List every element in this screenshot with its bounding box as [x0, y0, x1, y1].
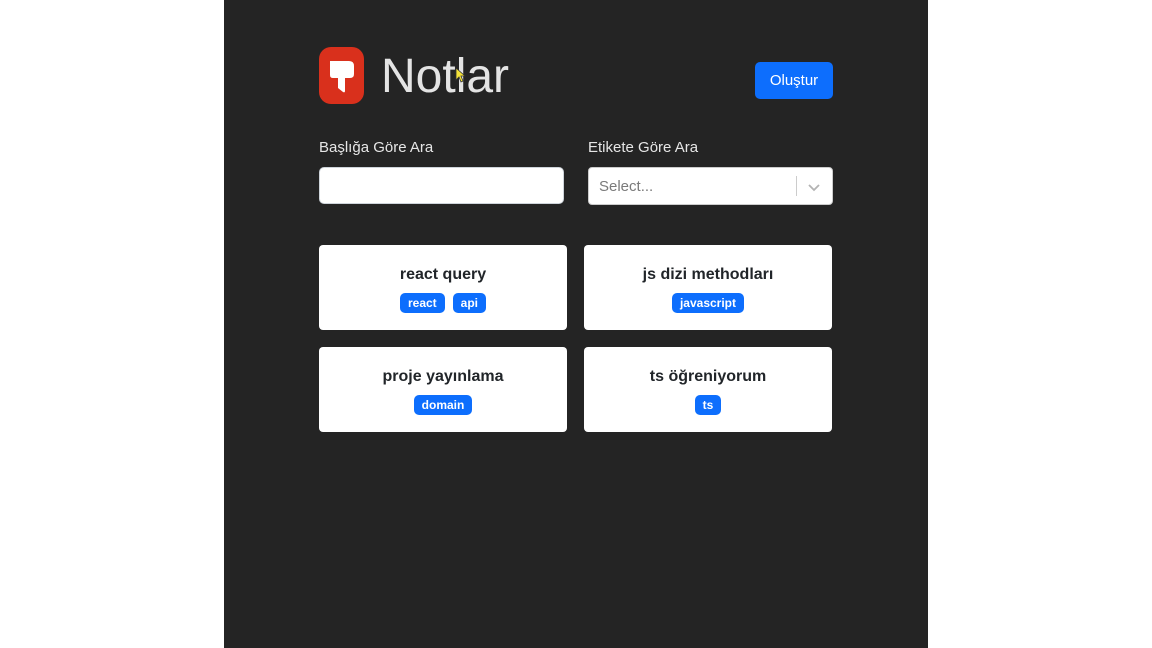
note-card[interactable]: ts öğreniyorum ts: [584, 347, 832, 432]
create-button[interactable]: Oluştur: [755, 62, 833, 99]
note-tags: react api: [319, 293, 567, 313]
select-separator: [796, 176, 797, 196]
tag-select-placeholder: Select...: [599, 178, 654, 195]
tag-badge: domain: [413, 395, 473, 415]
chevron-down-icon[interactable]: [805, 178, 823, 196]
app-container: Notlar Oluştur Başlığa Göre Ara Etikete …: [224, 0, 928, 648]
note-title: react query: [399, 266, 487, 283]
title-search-input[interactable]: [319, 167, 564, 204]
tag-select[interactable]: Select...: [588, 167, 833, 205]
tag-badge: javascript: [671, 293, 745, 313]
note-tags: domain: [319, 395, 567, 415]
title-search-label: Başlığa Göre Ara: [319, 139, 434, 156]
note-tags: javascript: [584, 293, 832, 313]
note-title: ts öğreniyorum: [649, 368, 767, 385]
page-title: Notlar: [381, 50, 510, 103]
note-tags: ts: [584, 395, 832, 415]
note-logo-icon: [319, 47, 364, 104]
mouse-cursor-icon: [455, 67, 467, 83]
tag-badge: api: [452, 293, 487, 313]
note-title: proje yayınlama: [382, 368, 504, 385]
tag-badge: react: [399, 293, 445, 313]
note-card[interactable]: react query react api: [319, 245, 567, 330]
note-card[interactable]: js dizi methodları javascript: [584, 245, 832, 330]
tag-search-label: Etikete Göre Ara: [588, 139, 699, 156]
note-card[interactable]: proje yayınlama domain: [319, 347, 567, 432]
tag-badge: ts: [694, 395, 722, 415]
note-title: js dizi methodları: [642, 266, 774, 283]
